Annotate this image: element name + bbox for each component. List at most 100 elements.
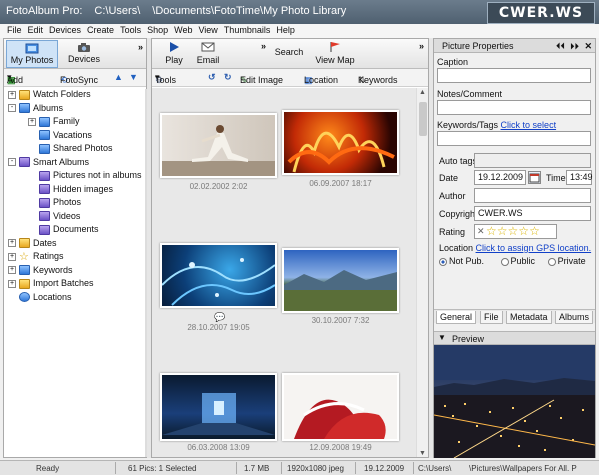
menu-edit[interactable]: Edit [25, 24, 47, 35]
keywords-select-link[interactable]: Click to select [501, 120, 557, 130]
notes-field[interactable] [437, 100, 591, 115]
menu-shop[interactable]: Shop [144, 24, 171, 35]
tab-my-photos[interactable]: My Photos [6, 40, 58, 68]
tree-item-import-batches[interactable]: + Import Batches [8, 278, 94, 291]
tree-item-dates[interactable]: + Dates [8, 238, 57, 251]
rating-star-icon[interactable]: ☆ [497, 225, 508, 237]
search-button[interactable]: Search [273, 47, 305, 57]
menu-tools[interactable]: Tools [117, 24, 144, 35]
album-icon [39, 116, 50, 127]
email-icon [201, 42, 215, 52]
comment-icon[interactable]: 💬 [214, 312, 225, 323]
expand-icon[interactable]: + [28, 117, 36, 126]
thumbnail-scrollbar[interactable]: ▲ ▼ [416, 88, 428, 457]
thumbnail-1[interactable] [160, 113, 277, 178]
privacy-private[interactable]: Private [547, 256, 586, 266]
rating-star-icon[interactable]: ☆ [529, 225, 540, 237]
close-panel-icon[interactable]: ✕ [584, 41, 592, 52]
status-date: 19.12.2009 [364, 464, 405, 473]
privacy-not-pub[interactable]: Not Pub. [439, 256, 484, 266]
expand-icon[interactable]: + [8, 239, 16, 248]
tree-item-locations[interactable]: Locations [8, 292, 72, 305]
tab-general[interactable]: General [436, 311, 477, 324]
tree-item-watch-folders[interactable]: + Watch Folders [8, 89, 91, 102]
menu-file[interactable]: File [4, 24, 25, 35]
scroll-down-icon[interactable]: ▼ [419, 450, 426, 457]
tools-button[interactable]: ⚙ Tools ▾ [155, 72, 176, 85]
tree-item-videos[interactable]: Videos [28, 211, 80, 224]
collapse-icon[interactable]: - [8, 158, 16, 167]
tree-item-vacations[interactable]: Vacations [28, 130, 92, 143]
menu-thumbnails[interactable]: Thumbnails [221, 24, 274, 35]
tree-item-hidden-images[interactable]: Hidden images [28, 184, 113, 197]
next-picture-icon[interactable]: ⏵⏵ [570, 41, 579, 52]
tree-item-keywords[interactable]: + Keywords [8, 265, 73, 278]
menu-view[interactable]: View [195, 24, 220, 35]
prev-picture-icon[interactable]: ⏴⏴ [556, 41, 565, 52]
preview-header: ▼ Preview [434, 331, 595, 345]
rating-stars[interactable]: ☆☆☆☆☆ [486, 225, 540, 237]
toolbar-overflow-icon[interactable]: » [261, 41, 266, 51]
tab-metadata[interactable]: Metadata [506, 311, 552, 324]
expand-icon[interactable]: + [8, 266, 16, 275]
date-field[interactable]: 19.12.2009 [474, 170, 526, 185]
keywords-field[interactable] [437, 131, 591, 146]
rotate-right-icon[interactable]: ↻ [224, 72, 232, 83]
notes-label: Notes/Comment [437, 89, 503, 99]
clear-rating-icon[interactable]: ✕ [477, 226, 485, 237]
rating-star-icon[interactable]: ☆ [518, 225, 529, 237]
thumbnail-5[interactable] [160, 373, 277, 441]
scrollbar-thumb[interactable] [419, 102, 427, 136]
tree-item-photos[interactable]: Photos [28, 197, 81, 210]
time-field[interactable]: 13:49 [566, 170, 593, 185]
left-panel-overflow-icon[interactable]: » [138, 42, 143, 52]
status-size: 1.7 MB [244, 464, 270, 473]
tree-item-pictures-not-in-albums[interactable]: Pictures not in albums [28, 170, 142, 183]
caption-field[interactable] [437, 68, 591, 83]
rating-control[interactable]: ✕ ☆☆☆☆☆ [474, 224, 557, 239]
privacy-not-pub-label: Not Pub. [449, 256, 485, 266]
tab-file[interactable]: File [480, 311, 503, 324]
collapse-preview-icon[interactable]: ▼ [438, 333, 446, 342]
play-button[interactable]: Play [162, 41, 186, 65]
tab-devices[interactable]: Devices [60, 40, 108, 68]
copyright-field[interactable]: CWER.WS [474, 206, 591, 221]
add-button[interactable]: ▣ Add ▾ [7, 72, 23, 85]
menu-web[interactable]: Web [171, 24, 195, 35]
thumbnail-2[interactable] [282, 110, 399, 175]
menu-help[interactable]: Help [273, 24, 298, 35]
thumbnail-4[interactable] [282, 248, 399, 313]
tree-item-smart-albums[interactable]: - Smart Albums [8, 157, 89, 170]
privacy-public[interactable]: Public [500, 256, 535, 266]
collapse-icon[interactable]: - [8, 104, 16, 113]
calendar-icon[interactable] [528, 171, 541, 184]
tree-item-shared-photos[interactable]: Shared Photos [28, 143, 113, 156]
email-button[interactable]: Email [194, 41, 222, 65]
move-up-icon[interactable]: ▲ [114, 72, 123, 82]
keyword-icon [19, 265, 30, 276]
tree-item-family[interactable]: + Family [28, 116, 80, 129]
thumbnail-3[interactable] [160, 243, 277, 308]
author-field[interactable] [474, 188, 591, 203]
rotate-left-icon[interactable]: ↺ [208, 72, 216, 83]
tree-item-label: Locations [33, 291, 72, 302]
expand-icon[interactable]: + [8, 252, 16, 261]
move-down-icon[interactable]: ▼ [129, 72, 138, 82]
rating-star-icon[interactable]: ☆ [486, 225, 497, 237]
star-icon: ☆ [19, 250, 29, 263]
menu-create[interactable]: Create [84, 24, 117, 35]
toolbar-overflow-right-icon[interactable]: » [419, 41, 424, 51]
scroll-up-icon[interactable]: ▲ [419, 89, 426, 96]
smart-album-icon [39, 170, 50, 181]
view-map-button[interactable]: View Map [312, 41, 358, 65]
tree-item-ratings[interactable]: + ☆ Ratings [8, 251, 64, 264]
tab-albums[interactable]: Albums [555, 311, 594, 324]
rating-star-icon[interactable]: ☆ [508, 225, 519, 237]
menu-devices[interactable]: Devices [46, 24, 84, 35]
tree-item-documents[interactable]: Documents [28, 224, 99, 237]
assign-gps-link[interactable]: Click to assign GPS location. [476, 243, 592, 253]
expand-icon[interactable]: + [8, 90, 16, 99]
thumbnail-6[interactable] [282, 373, 399, 441]
expand-icon[interactable]: + [8, 279, 16, 288]
tree-item-albums[interactable]: - Albums [8, 103, 63, 116]
